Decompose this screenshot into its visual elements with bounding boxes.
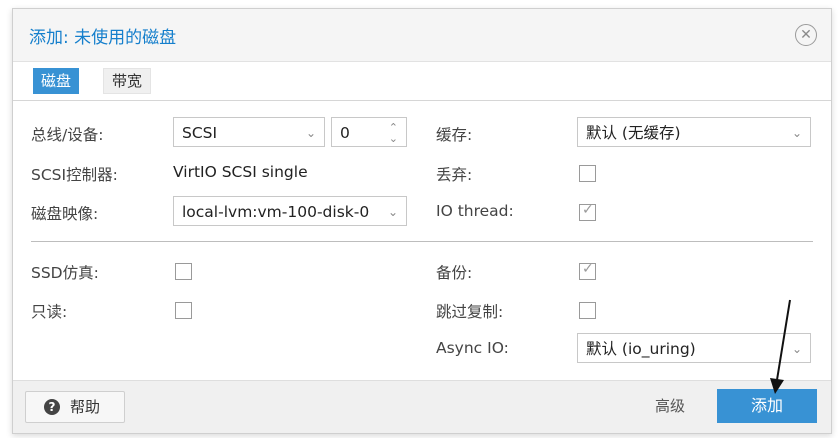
backup-label: 备份:: [436, 264, 473, 282]
chevron-down-icon: ⌄: [305, 126, 316, 140]
bus-device-label: 总线/设备:: [31, 126, 104, 144]
io-thread-checkbox[interactable]: ✓: [579, 202, 596, 221]
bus-select[interactable]: SCSI ⌄: [173, 117, 325, 147]
device-index-spinner[interactable]: 0 ⌃ ⌄: [331, 117, 407, 147]
read-only-label: 只读:: [31, 303, 68, 321]
section-divider: [31, 241, 813, 242]
disk-image-select[interactable]: local-lvm:vm-100-disk-0 ⌄: [173, 196, 407, 226]
spinner-arrows-icon[interactable]: ⌃ ⌄: [389, 122, 398, 144]
help-button-label: 帮助: [70, 398, 101, 416]
disk-image-label: 磁盘映像:: [31, 205, 99, 223]
help-button[interactable]: ? 帮助: [25, 391, 125, 423]
ssd-emulation-checkbox[interactable]: [175, 263, 192, 280]
disk-form: 总线/设备: SCSI ⌄ 0 ⌃ ⌄ 缓存: 默认 (无缓存) ⌄ SCSI控制…: [13, 101, 831, 383]
close-icon[interactable]: ✕: [795, 24, 817, 46]
disk-image-value: local-lvm:vm-100-disk-0: [182, 203, 370, 221]
dialog-title: 添加: 未使用的磁盘: [29, 28, 177, 48]
add-unused-disk-dialog: 添加: 未使用的磁盘 ✕ 磁盘 带宽 总线/设备: SCSI ⌄ 0 ⌃ ⌄ 缓存…: [12, 8, 832, 434]
discard-checkbox[interactable]: [579, 165, 596, 182]
discard-label: 丢弃:: [436, 166, 473, 184]
check-icon: ✓: [582, 202, 594, 218]
dialog-footer: ? 帮助 高级 添加: [13, 380, 831, 433]
scsi-controller-value: VirtIO SCSI single: [173, 163, 308, 181]
chevron-down-icon: ⌄: [791, 126, 802, 140]
tab-strip: 磁盘 带宽: [13, 62, 831, 101]
ssd-emulation-label: SSD仿真:: [31, 264, 99, 282]
scsi-controller-label: SCSI控制器:: [31, 166, 118, 184]
read-only-checkbox[interactable]: [175, 302, 192, 319]
tab-disk[interactable]: 磁盘: [33, 68, 80, 94]
dialog-title-bar: 添加: 未使用的磁盘 ✕: [13, 9, 831, 62]
backup-checkbox[interactable]: ✓: [579, 261, 596, 280]
check-icon: ✓: [582, 261, 594, 277]
io-thread-label: IO thread:: [436, 202, 514, 220]
device-index-value: 0: [340, 124, 350, 142]
chevron-down-icon: ⌄: [387, 205, 398, 219]
advanced-toggle[interactable]: 高级: [655, 395, 685, 416]
tab-bandwidth[interactable]: 带宽: [103, 68, 152, 94]
question-circle-icon: ?: [44, 399, 60, 415]
bus-value: SCSI: [182, 124, 218, 142]
async-io-value: 默认 (io_uring): [586, 340, 696, 358]
cache-select[interactable]: 默认 (无缓存) ⌄: [577, 117, 811, 147]
async-io-label: Async IO:: [436, 339, 509, 357]
cache-value: 默认 (无缓存): [586, 124, 681, 142]
skip-replication-checkbox[interactable]: [579, 302, 596, 319]
annotation-arrow-icon: [770, 299, 791, 394]
cache-label: 缓存:: [436, 126, 473, 144]
skip-replication-label: 跳过复制:: [436, 303, 504, 321]
